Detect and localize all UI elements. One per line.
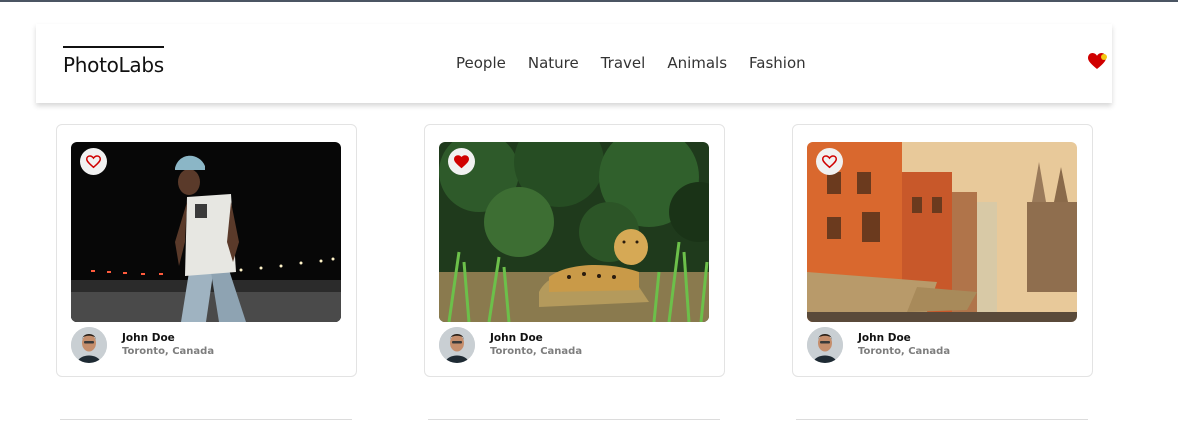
app-logo[interactable]: PhotoLabs bbox=[63, 46, 164, 77]
author-location: Toronto, Canada bbox=[122, 346, 215, 357]
like-button[interactable] bbox=[80, 148, 107, 175]
photo-image[interactable] bbox=[71, 142, 341, 322]
topic-people[interactable]: People bbox=[456, 54, 506, 72]
photo-card[interactable]: John Doe Toronto, Canada bbox=[792, 124, 1093, 377]
topic-travel[interactable]: Travel bbox=[601, 54, 646, 72]
author-info: John Doe Toronto, Canada bbox=[71, 327, 214, 363]
photo-card-top-edge bbox=[796, 419, 1088, 420]
author-location: Toronto, Canada bbox=[490, 346, 583, 357]
author-name: John Doe bbox=[490, 332, 543, 344]
window-top-border bbox=[0, 0, 1178, 2]
like-button[interactable] bbox=[816, 148, 843, 175]
top-navigation-bar: PhotoLabs People Nature Travel Animals F… bbox=[36, 24, 1112, 103]
author-name: John Doe bbox=[122, 332, 175, 344]
topic-list: People Nature Travel Animals Fashion bbox=[456, 54, 806, 72]
author-name: John Doe bbox=[858, 332, 911, 344]
photo-card-top-edge bbox=[428, 419, 720, 420]
avatar bbox=[439, 327, 475, 363]
heart-filled-icon bbox=[454, 154, 469, 168]
favourites-heart-icon[interactable] bbox=[1088, 53, 1108, 71]
photo-image[interactable] bbox=[439, 142, 709, 322]
heart-outline-icon bbox=[86, 154, 101, 168]
notification-dot-icon bbox=[1101, 54, 1107, 60]
photo-card[interactable]: John Doe Toronto, Canada bbox=[424, 124, 725, 377]
avatar bbox=[71, 327, 107, 363]
author-info: John Doe Toronto, Canada bbox=[807, 327, 950, 363]
author-info: John Doe Toronto, Canada bbox=[439, 327, 582, 363]
photo-card-top-edge bbox=[60, 419, 352, 420]
photo-card[interactable]: John Doe Toronto, Canada bbox=[56, 124, 357, 377]
like-button[interactable] bbox=[448, 148, 475, 175]
topic-animals[interactable]: Animals bbox=[667, 54, 727, 72]
photo-image[interactable] bbox=[807, 142, 1077, 322]
topic-fashion[interactable]: Fashion bbox=[749, 54, 806, 72]
avatar bbox=[807, 327, 843, 363]
heart-outline-icon bbox=[822, 154, 837, 168]
author-location: Toronto, Canada bbox=[858, 346, 951, 357]
topic-nature[interactable]: Nature bbox=[528, 54, 579, 72]
